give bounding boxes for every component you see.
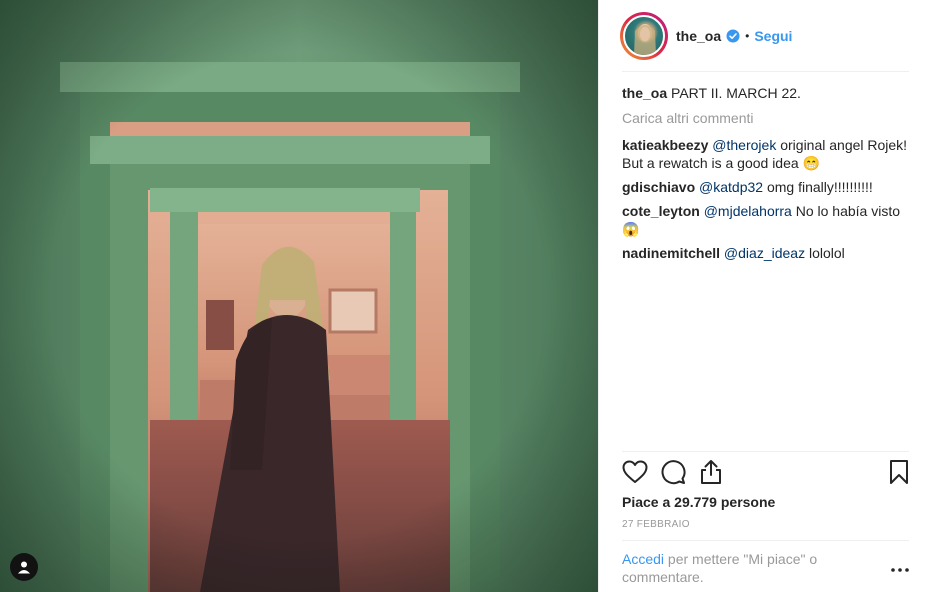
- comment-text: omg finally!!!!!!!!!!: [763, 179, 873, 195]
- comment-icon: [660, 459, 686, 488]
- comment-button[interactable]: [659, 458, 687, 488]
- login-link[interactable]: Accedi: [622, 551, 664, 567]
- like-button[interactable]: [621, 458, 649, 488]
- post-caption: the_oa PART II. MARCH 22.: [622, 84, 912, 102]
- post-username[interactable]: the_oa: [676, 28, 721, 44]
- actions-divider: [622, 451, 909, 452]
- comment-mention[interactable]: @therojek: [712, 137, 776, 153]
- login-prompt: Accedi per mettere "Mi piace" o commenta…: [622, 550, 852, 586]
- avatar-story-ring[interactable]: [620, 12, 668, 60]
- more-options-button[interactable]: [891, 558, 909, 576]
- save-button[interactable]: [885, 458, 913, 488]
- comments-list: the_oa PART II. MARCH 22. Carica altri c…: [622, 84, 912, 268]
- post-header: the_oa • Segui: [599, 0, 929, 72]
- comment-item: gdischiavo @katdp32 omg finally!!!!!!!!!…: [622, 178, 912, 196]
- comment-username[interactable]: nadinemitchell: [622, 245, 720, 261]
- load-more-comments-link[interactable]: Carica altri commenti: [622, 109, 912, 127]
- post-date[interactable]: 27 FEBBRAIO: [622, 519, 690, 530]
- likes-count[interactable]: Piace a 29.779 persone: [622, 494, 775, 510]
- avatar: [623, 15, 665, 57]
- follow-button[interactable]: Segui: [754, 28, 792, 44]
- user-tag-icon: [17, 560, 31, 574]
- comment-item: cote_leyton @mjdelahorra No lo había vis…: [622, 202, 912, 238]
- comment-mention[interactable]: @katdp32: [699, 179, 763, 195]
- caption-text: PART II. MARCH 22.: [667, 85, 801, 101]
- caption-username[interactable]: the_oa: [622, 85, 667, 101]
- comment-item: nadinemitchell @diaz_ideaz lololol: [622, 244, 912, 262]
- share-icon: [699, 459, 723, 488]
- bookmark-icon: [889, 459, 909, 488]
- comment-text: lololol: [805, 245, 845, 261]
- footer-divider: [622, 540, 909, 541]
- post-actions-bar: [621, 458, 913, 488]
- user-tag-button[interactable]: [10, 553, 38, 581]
- comment-username[interactable]: gdischiavo: [622, 179, 695, 195]
- verified-badge-icon: [726, 29, 740, 43]
- post-image: [0, 0, 598, 592]
- share-button[interactable]: [697, 458, 725, 488]
- separator-dot: •: [745, 29, 750, 43]
- comment-mention[interactable]: @mjdelahorra: [704, 203, 792, 219]
- comment-username[interactable]: cote_leyton: [622, 203, 700, 219]
- comment-item: katieakbeezy @therojek original angel Ro…: [622, 136, 912, 172]
- heart-icon: [622, 460, 648, 487]
- comment-username[interactable]: katieakbeezy: [622, 137, 708, 153]
- comment-mention[interactable]: @diaz_ideaz: [724, 245, 805, 261]
- post-photo[interactable]: [0, 0, 598, 592]
- post-side-panel: the_oa • Segui the_oa PART II. MARCH 22.…: [598, 0, 929, 592]
- header-divider: [622, 71, 909, 72]
- more-options-icon: [891, 559, 909, 575]
